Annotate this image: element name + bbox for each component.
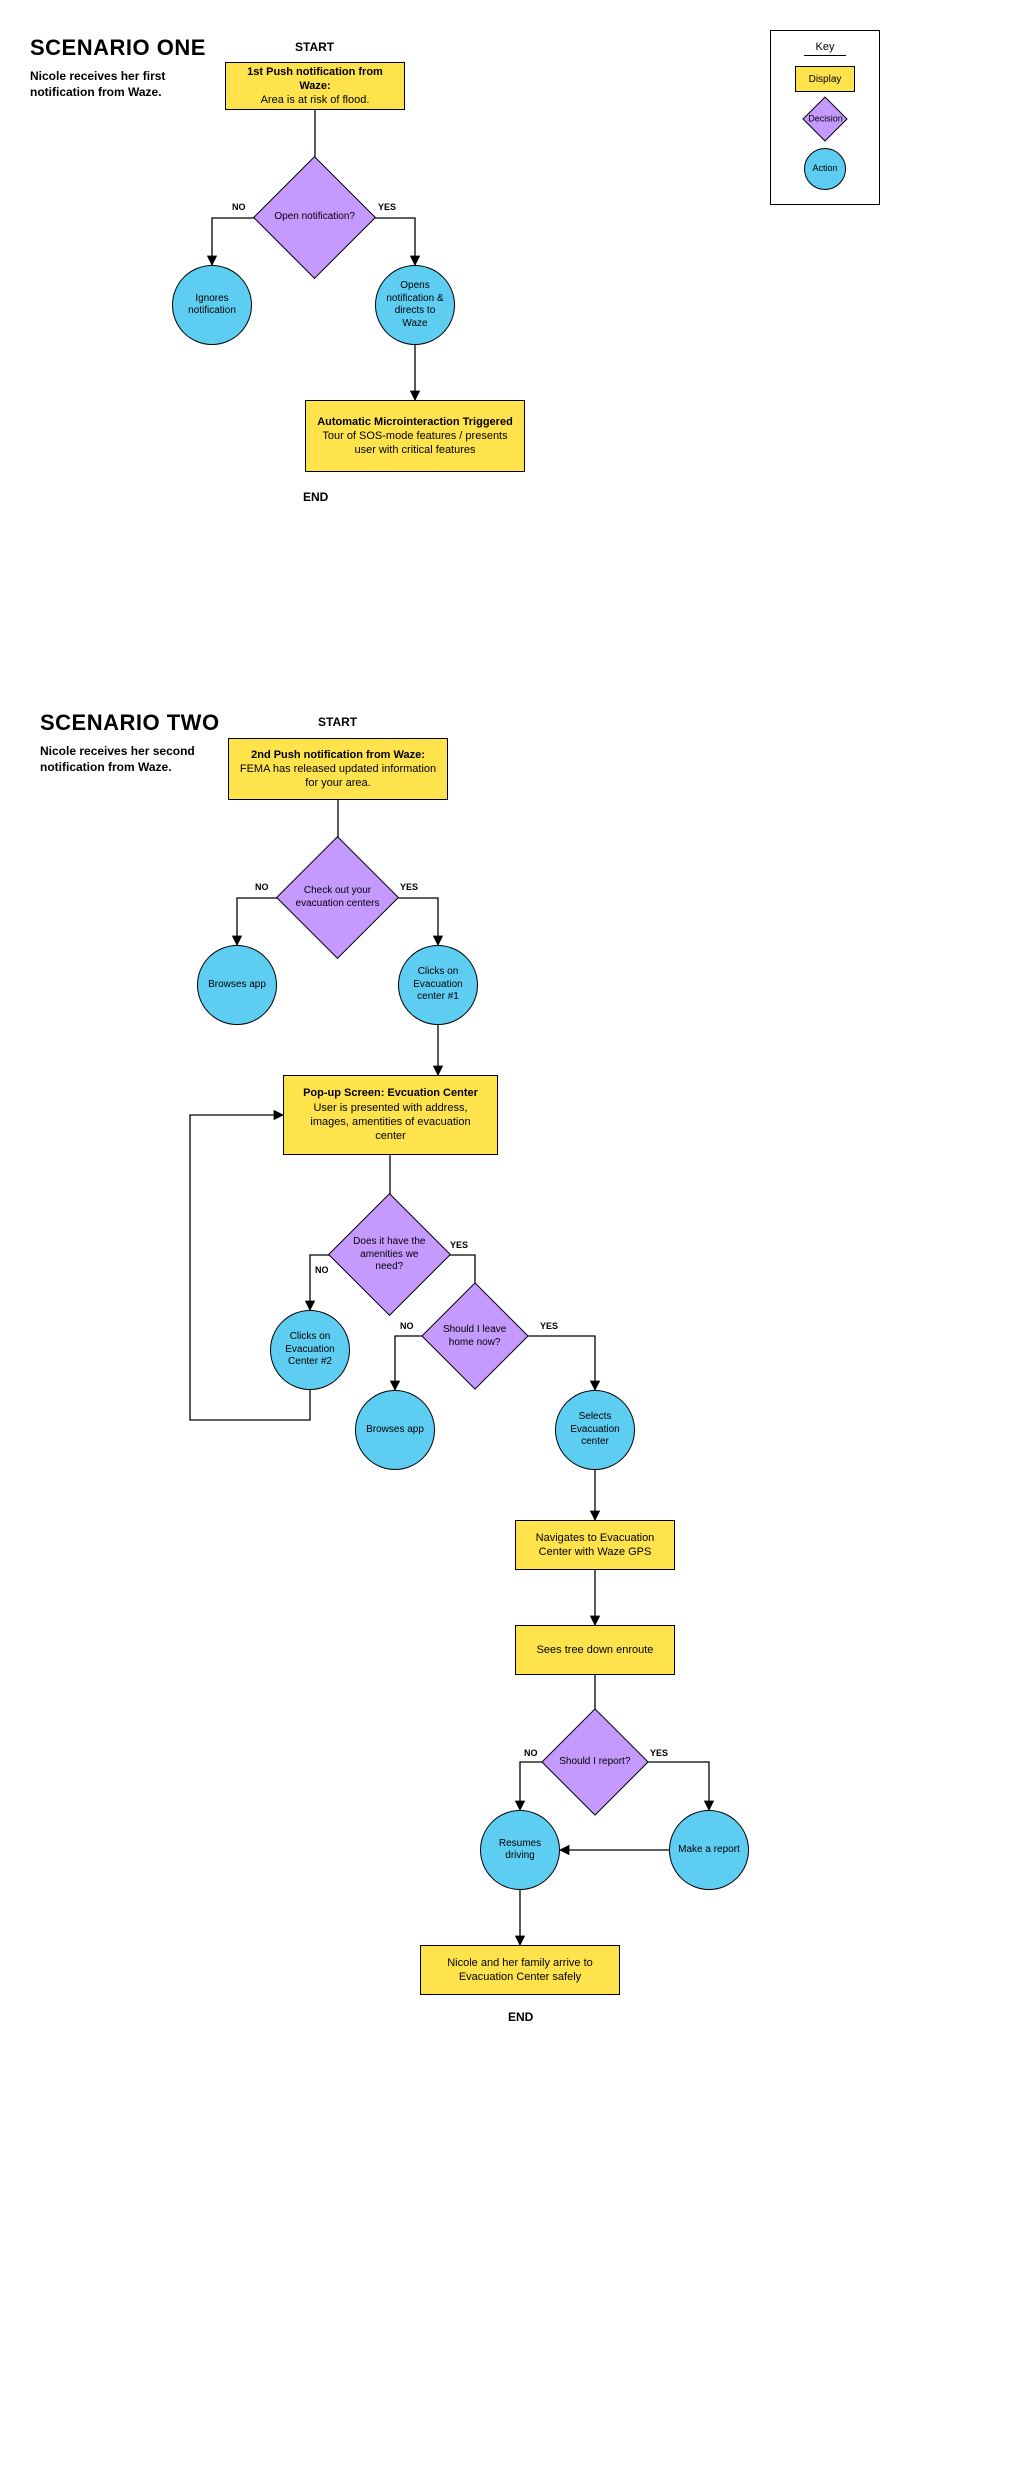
legend-decision: Decision <box>810 104 840 134</box>
s2-no-4: NO <box>524 1748 538 1758</box>
s1-micro-display: Automatic Microinteraction Triggered Tou… <box>305 400 525 472</box>
s2-popup-display: Pop-up Screen: Evcuation Center User is … <box>283 1075 498 1155</box>
s2-yes-1: YES <box>400 882 418 892</box>
scenario2-start: START <box>318 715 357 729</box>
s2-no-1: NO <box>255 882 269 892</box>
s1-yes: YES <box>378 202 396 212</box>
s1-decision-open: Open notification? <box>272 175 357 260</box>
s2-decision-checkout: Check out your evacuation centers <box>295 855 380 940</box>
legend-display: Display <box>795 66 855 92</box>
s2-yes-4: YES <box>650 1748 668 1758</box>
legend-key: Key Display Decision Action <box>770 30 880 205</box>
s2-display-arrive: Nicole and her family arrive to Evacuati… <box>420 1945 620 1995</box>
scenario1-title: SCENARIO ONE <box>30 35 206 61</box>
s1-micro-body: Tour of SOS-mode features / presents use… <box>316 429 514 458</box>
s2-display-nav: Navigates to Evacuation Center with Waze… <box>515 1520 675 1570</box>
s2-popup-body: User is presented with address, images, … <box>294 1101 487 1144</box>
s2-yes-3: YES <box>540 1321 558 1331</box>
scenario2-subtitle: Nicole receives her second notification … <box>40 743 220 775</box>
s2-action-select: Selects Evacuation center <box>555 1390 635 1470</box>
s1-action-open: Opens notification & directs to Waze <box>375 265 455 345</box>
s2-decision-amenities: Does it have the amenities we need? <box>347 1212 432 1297</box>
s2-decision-leave: Should I leave home now? <box>438 1299 512 1373</box>
scenario2-title: SCENARIO TWO <box>40 710 220 736</box>
s2-decision-report: Should I report? <box>558 1725 632 1799</box>
s2-no-3: NO <box>400 1321 414 1331</box>
s1-push-display: 1st Push notification from Waze: Area is… <box>225 62 405 110</box>
scenario2-end: END <box>508 2010 533 2024</box>
s2-display-tree: Sees tree down enroute <box>515 1625 675 1675</box>
s2-push-display: 2nd Push notification from Waze: FEMA ha… <box>228 738 448 800</box>
s2-push-body: FEMA has released updated information fo… <box>239 762 437 791</box>
s1-push-title: 1st Push notification from Waze: <box>236 65 394 94</box>
s2-action-resume: Resumes driving <box>480 1810 560 1890</box>
s2-push-title: 2nd Push notification from Waze: <box>251 748 425 762</box>
s2-action-browse: Browses app <box>197 945 277 1025</box>
s2-no-2: NO <box>315 1265 329 1275</box>
scenario1-end: END <box>303 490 328 504</box>
s1-push-body: Area is at risk of flood. <box>261 93 370 107</box>
s2-action-browse2: Browses app <box>355 1390 435 1470</box>
s1-micro-title: Automatic Microinteraction Triggered <box>317 415 513 429</box>
s2-action-click1: Clicks on Evacuation center #1 <box>398 945 478 1025</box>
s1-no: NO <box>232 202 246 212</box>
scenario1-start: START <box>295 40 334 54</box>
legend-action: Action <box>804 148 846 190</box>
s2-yes-2: YES <box>450 1240 468 1250</box>
s2-popup-title: Pop-up Screen: Evcuation Center <box>303 1086 478 1100</box>
s2-action-click2: Clicks on Evacuation Center #2 <box>270 1310 350 1390</box>
legend-heading: Key <box>804 41 847 56</box>
s2-action-report: Make a report <box>669 1810 749 1890</box>
s1-action-ignore: Ignores notification <box>172 265 252 345</box>
scenario1-subtitle: Nicole receives her first notification f… <box>30 68 210 100</box>
